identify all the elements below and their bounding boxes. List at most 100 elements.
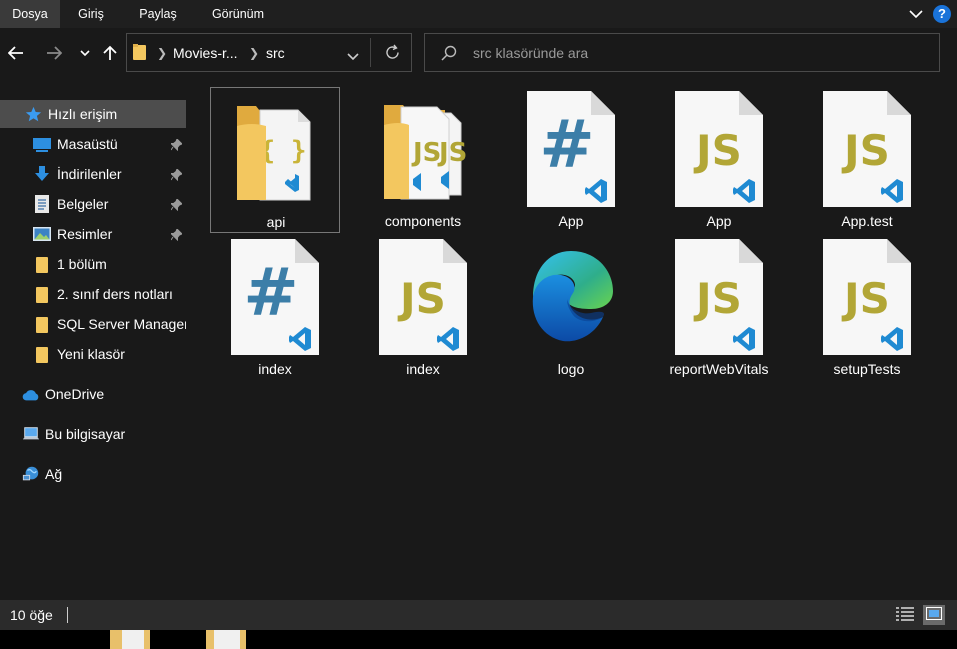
sidebar-item-folder-4[interactable]: Yeni klasör [0,340,186,368]
divider [67,607,68,623]
search-input[interactable]: src klasöründe ara [424,33,940,72]
file-tile-components[interactable]: JS JS components [358,87,488,233]
svg-text:JS: JS [693,274,742,323]
search-placeholder: src klasöründe ara [473,45,589,61]
back-button[interactable] [5,42,27,64]
sidebar-item-documents[interactable]: Belgeler [0,190,186,218]
sidebar-item-label: Bu bilgisayar [45,426,126,442]
file-tile-report-web-vitals[interactable]: JS reportWebVitals [654,235,784,381]
file-tile-logo[interactable]: logo [506,235,636,381]
folder-icon [33,285,51,303]
navigation-bar: ❯ Movies-r... ❯ src src klasöründe ara [0,28,957,78]
file-name: App.test [841,213,893,229]
edge-logo-icon [532,251,613,342]
file-tile-app-test[interactable]: JS App.test [802,87,932,233]
tab-paylas[interactable]: Paylaş [130,0,186,28]
file-tile-app-css[interactable]: # App [506,87,636,233]
js-file-icon: JS [823,239,911,355]
js-file-icon: JS [675,91,763,207]
pin-icon[interactable] [169,198,183,214]
js-file-icon: JS [379,239,467,355]
large-icons-view-icon [926,607,942,623]
help-button[interactable]: ? [933,5,951,23]
file-list-view: { } api JS JS components # App JS App JS… [190,78,957,600]
details-view-icon [896,606,914,624]
file-name: logo [557,361,585,377]
breadcrumb-src[interactable]: src [266,45,285,61]
item-count: 10 öğe [10,607,53,623]
file-tile-index-js[interactable]: JS index [358,235,488,381]
folder-icon [133,44,146,64]
sidebar-item-downloads[interactable]: İndirilenler [0,160,186,188]
background-strip [0,630,957,649]
sidebar-item-folder-2[interactable]: 2. sınıf ders notları [0,280,186,308]
folder-icon [206,630,246,649]
sidebar-item-label: Ağ [45,466,63,482]
file-name: App [706,213,732,229]
svg-text:#: # [243,254,298,331]
tab-dosya[interactable]: Dosya [0,0,60,28]
file-name: index [258,361,292,377]
sidebar-item-label: İndirilenler [57,166,122,182]
js-file-icon: JS [823,91,911,207]
svg-text:#: # [539,106,594,183]
svg-text:JS: JS [841,126,890,175]
file-tile-setup-tests[interactable]: JS setupTests [802,235,932,381]
divider [370,38,371,67]
file-name: App [558,213,584,229]
sidebar-item-this-pc[interactable]: Bu bilgisayar [0,420,186,448]
chevron-right-icon: ❯ [249,46,260,60]
search-icon [441,45,457,64]
pin-icon[interactable] [169,228,183,244]
svg-text:{ }: { } [260,136,307,166]
sidebar-item-label: Resimler [57,226,113,242]
folder-icon [110,630,150,649]
computer-icon [22,425,40,443]
tab-gorunum[interactable]: Görünüm [200,0,276,28]
sidebar-item-onedrive[interactable]: OneDrive [0,380,186,408]
breadcrumb-movies[interactable]: Movies-r... [173,45,238,61]
details-view-button[interactable] [894,605,916,625]
sidebar-item-desktop[interactable]: Masaüstü [0,130,186,158]
folder-json-icon: { } [237,106,311,201]
file-tile-api[interactable]: { } api [210,87,340,233]
svg-text:JS: JS [411,138,441,168]
address-bar[interactable]: ❯ Movies-r... ❯ src [126,33,412,72]
svg-text:JS: JS [437,138,467,168]
sidebar-item-label: Belgeler [57,196,109,212]
network-icon [22,465,40,483]
svg-text:JS: JS [841,274,890,323]
chevron-right-icon: ❯ [157,46,168,60]
file-name: index [406,361,440,377]
file-name: components [384,213,462,229]
pin-icon[interactable] [169,138,183,154]
file-tile-app-js[interactable]: JS App [654,87,784,233]
status-bar: 10 öğe [0,600,957,630]
sidebar-item-network[interactable]: Ağ [0,460,186,488]
up-button[interactable] [99,42,121,64]
pin-icon[interactable] [169,168,183,184]
sidebar-item-pictures[interactable]: Resimler [0,220,186,248]
folder-icon [33,255,51,273]
address-dropdown-icon[interactable] [347,48,359,64]
js-file-icon: JS [675,239,763,355]
folder-icon [33,345,51,363]
sidebar-item-folder-3[interactable]: SQL Server Management [0,310,186,338]
sidebar-item-label: 1 bölüm [57,256,107,272]
sidebar-item-label: OneDrive [45,386,105,402]
file-tile-index-css[interactable]: # index [210,235,340,381]
tab-giris[interactable]: Giriş [66,0,116,28]
recent-locations-button[interactable] [74,42,96,64]
refresh-icon[interactable] [384,44,401,64]
expand-ribbon-icon[interactable] [909,6,923,22]
file-name: setupTests [833,361,901,377]
sidebar-item-quick-access[interactable]: Hızlı erişim [0,100,186,128]
sidebar-item-folder-1[interactable]: 1 bölüm [0,250,186,278]
sidebar-item-label: Masaüstü [57,136,118,152]
ribbon-bar: Dosya Giriş Paylaş Görünüm ? [0,0,957,28]
pictures-icon [33,225,51,243]
css-file-icon: # [527,91,615,207]
documents-icon [33,195,51,213]
large-icons-view-button[interactable] [923,605,945,625]
forward-button[interactable] [43,42,65,64]
